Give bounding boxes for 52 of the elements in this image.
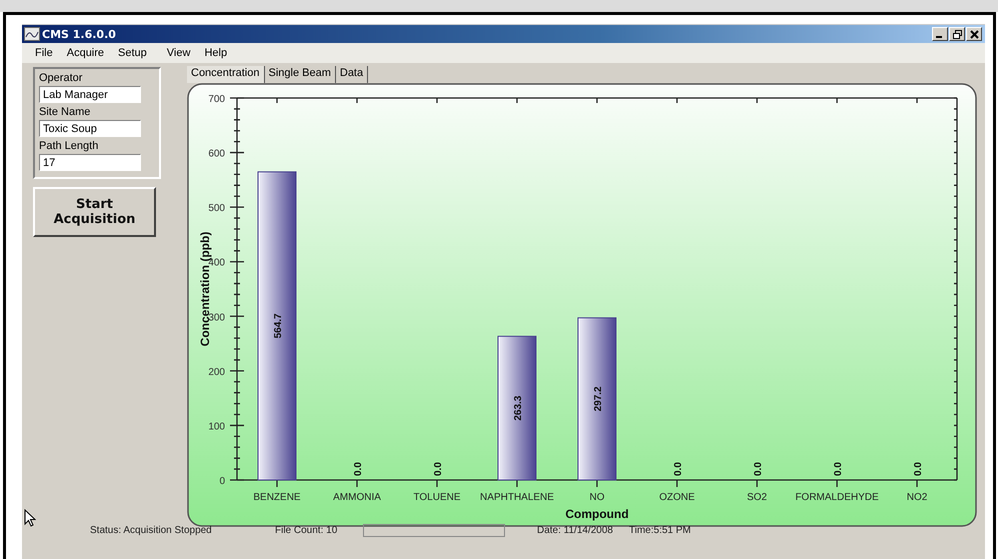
data-label: 0.0: [753, 462, 764, 476]
input-field[interactable]: 17: [39, 154, 141, 171]
data-label: 0.0: [833, 462, 844, 476]
data-label: 564.7: [273, 313, 284, 338]
input-field[interactable]: Lab Manager: [39, 86, 141, 103]
close-icon: [970, 30, 978, 38]
data-label: 0.0: [673, 462, 684, 476]
app-icon: [24, 27, 40, 41]
data-label: 263.3: [513, 396, 524, 421]
field-label: Operator: [39, 71, 84, 86]
field-label: Site Name: [39, 105, 92, 120]
date-text: Date: 11/14/2008: [537, 524, 614, 536]
category-label: FORMALDEHYDE: [795, 492, 879, 503]
menu-item[interactable]: Help: [197, 47, 234, 59]
restore-button[interactable]: [949, 27, 965, 41]
menu-item[interactable]: File: [28, 47, 60, 59]
close-button[interactable]: [966, 27, 982, 41]
tick-label: 200: [208, 366, 225, 378]
category-label: BENZENE: [253, 492, 301, 503]
file-count-text: File Count: 10: [275, 524, 338, 536]
tick-label: 700: [208, 94, 225, 105]
minimize-button[interactable]: [932, 27, 948, 41]
time-text: Time:5:51 PM: [629, 524, 691, 536]
category-label: NAPHTHALENE: [480, 492, 554, 503]
input-field[interactable]: Toxic Soup: [39, 120, 141, 137]
tick-label: 400: [208, 258, 225, 269]
category-label: OZONE: [659, 492, 695, 503]
status-text: Status: Acquisition Stopped: [90, 524, 213, 536]
cursor-icon: [24, 509, 36, 527]
tick-label: 500: [208, 203, 225, 214]
data-label: 0.0: [433, 462, 444, 476]
category-label: AMMONIA: [333, 492, 381, 503]
menu-item[interactable]: Acquire: [60, 47, 112, 59]
start-acquisition-button[interactable]: Start Acquisition: [33, 187, 156, 237]
tick-label: 100: [208, 421, 225, 432]
restore-icon: [952, 30, 962, 38]
field-label: Path Length: [39, 139, 100, 154]
tick-label: 0: [219, 476, 225, 487]
window-title: CMS 1.6.0.0: [42, 28, 116, 40]
category-label: NO2: [906, 492, 928, 503]
x-axis-title: Compound: [565, 507, 629, 521]
data-label: 0.0: [913, 462, 924, 476]
data-label: 0.0: [353, 462, 364, 476]
data-label: 297.2: [593, 386, 604, 412]
tab[interactable]: Concentration: [187, 66, 264, 83]
tick-label: 300: [208, 312, 225, 324]
category-label: SO2: [747, 492, 767, 503]
tick-label: 600: [208, 148, 225, 160]
menu-item[interactable]: View: [160, 47, 198, 59]
category-label: TOLUENE: [413, 492, 461, 503]
category-label: NO: [590, 492, 604, 503]
menu-item[interactable]: Setup: [111, 47, 154, 59]
